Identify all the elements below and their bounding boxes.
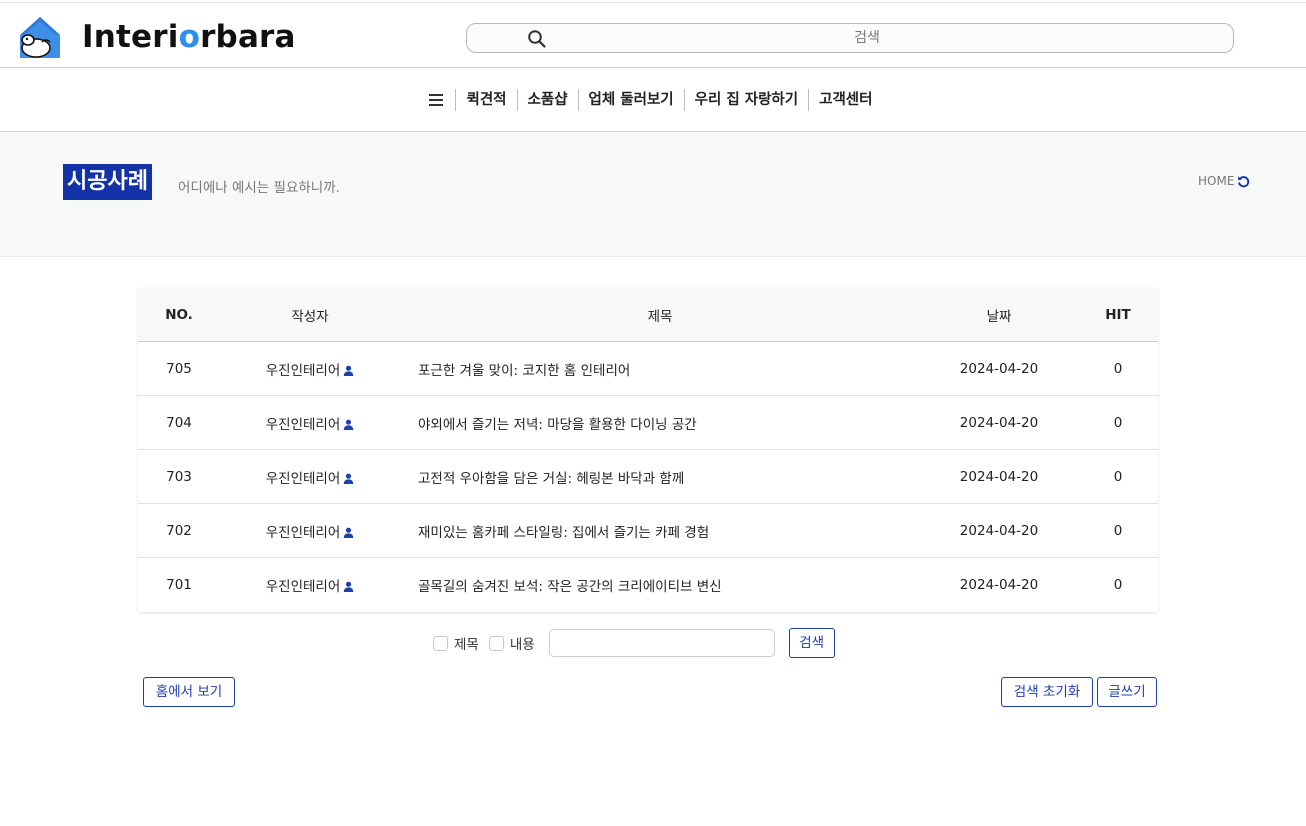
- user-icon: [343, 473, 354, 484]
- row-date: 2024-04-20: [959, 522, 1039, 539]
- site-logo[interactable]: Interiorbara: [18, 14, 295, 60]
- home-link-label: HOME: [1198, 174, 1235, 188]
- site-header: Interiorbara: [0, 3, 1306, 68]
- post-search-form: 제목 내용 검색: [433, 628, 835, 658]
- row-author[interactable]: 우진인테리어: [220, 413, 400, 433]
- write-post-button[interactable]: 글쓰기: [1097, 677, 1157, 707]
- menu-icon[interactable]: [425, 88, 447, 112]
- row-author[interactable]: 우진인테리어: [220, 575, 400, 595]
- reset-search-button[interactable]: 검색 초기화: [1001, 677, 1093, 707]
- page-title: 시공사례: [63, 164, 152, 200]
- post-search-button[interactable]: 검색: [788, 628, 835, 658]
- nav-item-show-off-home[interactable]: 우리 집 자랑하기: [683, 88, 808, 111]
- refresh-icon: [1238, 175, 1250, 187]
- author-name: 우진인테리어: [265, 579, 341, 595]
- row-hit: 0: [1113, 577, 1123, 593]
- row-author[interactable]: 우진인테리어: [220, 521, 400, 541]
- search-icon[interactable]: [527, 29, 547, 49]
- page-heading-band: 시공사례 어디에나 예시는 필요하니까. HOME: [0, 132, 1306, 257]
- author-name: 우진인테리어: [265, 362, 341, 379]
- header-no: NO.: [165, 306, 193, 323]
- header-author: 작성자: [291, 308, 329, 325]
- nav-item-shop[interactable]: 소품샵: [516, 88, 578, 111]
- row-title-link[interactable]: 포근한 겨울 맞이: 코지한 홈 인테리어: [400, 359, 920, 379]
- table-row[interactable]: 702 우진인테리어 재미있는 홈카페 스타일링: 집에서 즐기는 카페 경험 …: [138, 504, 1158, 558]
- header-date: 날짜: [986, 308, 1012, 325]
- title-checkbox[interactable]: [433, 635, 448, 651]
- row-no: 705: [166, 360, 192, 377]
- row-hit: 0: [1113, 414, 1123, 431]
- nav-item-browse-companies[interactable]: 업체 둘러보기: [577, 88, 684, 111]
- row-date: 2024-04-20: [959, 468, 1039, 485]
- header-hit: HIT: [1105, 306, 1131, 323]
- table-row[interactable]: 701 우진인테리어 골목길의 숨겨진 보석: 작은 공간의 크리에이티브 변신…: [138, 558, 1158, 612]
- user-icon: [343, 527, 354, 538]
- row-title-link[interactable]: 재미있는 홈카페 스타일링: 집에서 즐기는 카페 경험: [400, 521, 920, 541]
- row-no: 703: [166, 468, 192, 485]
- row-no: 701: [166, 577, 192, 593]
- home-view-button[interactable]: 홈에서 보기: [143, 677, 235, 707]
- nav-item-quick-quote[interactable]: 퀵견적: [455, 88, 516, 111]
- main-nav: 퀵견적 소품샵 업체 둘러보기 우리 집 자랑하기 고객센터: [0, 68, 1306, 132]
- user-icon: [343, 365, 354, 376]
- row-title-link[interactable]: 골목길의 숨겨진 보석: 작은 공간의 크리에이티브 변신: [400, 575, 920, 595]
- table-row[interactable]: 704 우진인테리어 야외에서 즐기는 저녁: 마당을 활용한 다이닝 공간 2…: [138, 396, 1158, 450]
- nav-item-customer-center[interactable]: 고객센터: [808, 88, 882, 111]
- row-date: 2024-04-20: [959, 414, 1039, 431]
- row-hit: 0: [1113, 522, 1123, 539]
- search-input[interactable]: [557, 26, 1177, 50]
- author-name: 우진인테리어: [265, 416, 341, 433]
- user-icon: [343, 581, 354, 592]
- table-row[interactable]: 703 우진인테리어 고전적 우아함을 담은 거실: 헤링본 바닥과 함께 20…: [138, 450, 1158, 504]
- table-row[interactable]: 705 우진인테리어 포근한 겨울 맞이: 코지한 홈 인테리어 2024-04…: [138, 342, 1158, 396]
- home-link[interactable]: HOME: [1198, 174, 1250, 188]
- house-logo-icon: [18, 15, 62, 59]
- posts-table: NO. 작성자 제목 날짜 HIT 705 우진인테리어 포근한 겨울 맞이: …: [138, 288, 1158, 612]
- author-name: 우진인테리어: [265, 470, 341, 487]
- row-no: 704: [166, 414, 192, 431]
- title-checkbox-label: 제목: [454, 637, 479, 653]
- row-title-link[interactable]: 야외에서 즐기는 저녁: 마당을 활용한 다이닝 공간: [400, 413, 920, 433]
- search-bar[interactable]: [466, 23, 1234, 53]
- table-header: NO. 작성자 제목 날짜 HIT: [138, 288, 1158, 342]
- post-search-input[interactable]: [548, 629, 775, 657]
- row-no: 702: [166, 522, 192, 539]
- logo-wordmark: Interiorbara: [82, 19, 296, 55]
- row-date: 2024-04-20: [959, 360, 1039, 377]
- content-checkbox-label: 내용: [509, 637, 535, 653]
- page-subtitle: 어디에나 예시는 필요하니까.: [178, 180, 340, 196]
- row-title-link[interactable]: 고전적 우아함을 담은 거실: 헤링본 바닥과 함께: [400, 467, 920, 487]
- row-hit: 0: [1113, 360, 1123, 377]
- row-date: 2024-04-20: [959, 577, 1039, 593]
- row-author[interactable]: 우진인테리어: [220, 467, 400, 487]
- content-checkbox[interactable]: [488, 635, 504, 651]
- user-icon: [343, 419, 354, 430]
- header-title: 제목: [647, 308, 673, 325]
- row-author[interactable]: 우진인테리어: [220, 359, 400, 379]
- author-name: 우진인테리어: [265, 524, 341, 541]
- row-hit: 0: [1113, 468, 1123, 485]
